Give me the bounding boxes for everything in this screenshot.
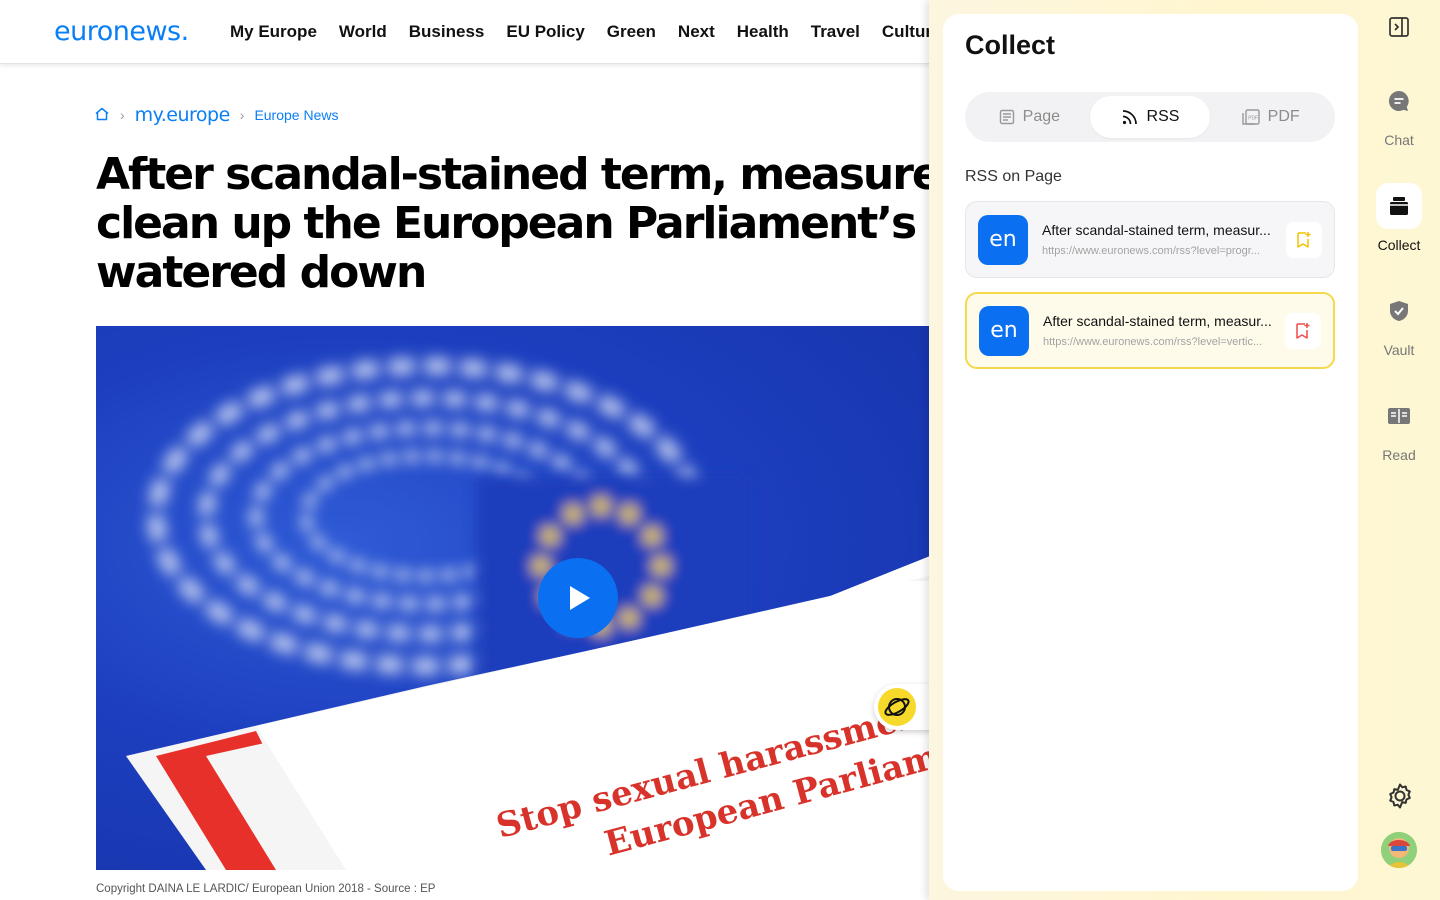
breadcrumb-subsection[interactable]: Europe News xyxy=(254,107,338,123)
tab-label: Page xyxy=(1022,108,1061,125)
collect-panel: Collect Page RSS PDF PDF RSS on Page en … xyxy=(943,14,1358,891)
chevron-right-icon: › xyxy=(239,107,245,123)
gear-icon xyxy=(1389,783,1411,809)
page-icon xyxy=(999,109,1014,125)
rss-icon xyxy=(1122,110,1137,125)
rss-feed-item[interactable]: en After scandal-stained term, measur...… xyxy=(965,201,1335,278)
headline-line: clean up the European Parliament’s act xyxy=(96,198,956,249)
collect-icon xyxy=(1390,197,1408,215)
rail-label: Read xyxy=(1382,447,1416,463)
rail-item-collect[interactable]: Collect xyxy=(1370,183,1428,253)
rail-item-chat[interactable]: Chat xyxy=(1370,78,1428,148)
feed-title: After scandal-stained term, measur... xyxy=(1042,222,1271,238)
user-avatar[interactable] xyxy=(1381,832,1417,868)
nav-travel[interactable]: Travel xyxy=(811,22,860,42)
breadcrumb-section[interactable]: my.europe xyxy=(135,104,231,126)
breadcrumb: › my.europe › Europe News xyxy=(94,104,338,126)
tab-label: PDF xyxy=(1267,108,1300,125)
chat-icon xyxy=(1388,90,1409,111)
nav-business[interactable]: Business xyxy=(409,22,485,42)
play-icon xyxy=(570,586,590,610)
tab-page[interactable]: Page xyxy=(969,96,1090,138)
panel-title: Collect xyxy=(965,30,1056,60)
collapse-panel-button[interactable] xyxy=(1386,14,1412,40)
nav-next[interactable]: Next xyxy=(678,22,715,42)
nav-green[interactable]: Green xyxy=(607,22,656,42)
bookmark-add-icon xyxy=(1297,231,1311,248)
rail-label: Chat xyxy=(1384,132,1414,148)
home-icon[interactable] xyxy=(94,106,110,125)
pdf-icon: PDF xyxy=(1241,109,1260,125)
collect-tabs: Page RSS PDF PDF xyxy=(965,92,1335,142)
feed-url: https://www.euronews.com/rss?level=verti… xyxy=(1043,336,1263,348)
image-caption: Copyright DAINA LE LARDIC/ European Unio… xyxy=(96,883,436,895)
vault-icon xyxy=(1390,301,1408,321)
rail-item-vault[interactable]: Vault xyxy=(1370,288,1428,358)
avatar-image xyxy=(1381,832,1417,868)
hero-image[interactable]: Stop sexual harassment European Parliame xyxy=(96,326,930,870)
bookmark-add-icon xyxy=(1296,322,1310,339)
article-headline: After scandal-stained term, measures t c… xyxy=(96,150,956,297)
nav-world[interactable]: World xyxy=(339,22,387,42)
feed-url: https://www.euronews.com/rss?level=progr… xyxy=(1042,245,1260,257)
section-label: RSS on Page xyxy=(965,168,1062,185)
svg-text:PDF: PDF xyxy=(1248,116,1258,122)
nav-my-europe[interactable]: My Europe xyxy=(230,22,317,42)
tab-pdf[interactable]: PDF PDF xyxy=(1210,96,1331,138)
feed-title: After scandal-stained term, measur... xyxy=(1043,313,1272,329)
settings-button[interactable] xyxy=(1385,781,1415,811)
headline-line: After scandal-stained term, measures t xyxy=(96,150,956,200)
assistant-float-button[interactable] xyxy=(874,684,932,730)
main-nav: My Europe World Business EU Policy Green… xyxy=(230,0,941,64)
subscribe-feed-button[interactable] xyxy=(1285,312,1321,349)
tab-rss[interactable]: RSS xyxy=(1089,96,1211,138)
subscribe-feed-button[interactable] xyxy=(1286,221,1322,258)
play-video-button[interactable] xyxy=(538,558,618,638)
nav-health[interactable]: Health xyxy=(737,22,789,42)
nav-eu-policy[interactable]: EU Policy xyxy=(506,22,584,42)
rss-feed-item[interactable]: en After scandal-stained term, measur...… xyxy=(965,292,1335,369)
chevron-right-icon: › xyxy=(120,107,125,123)
planet-icon xyxy=(878,688,916,726)
rail-label: Vault xyxy=(1383,342,1415,358)
euronews-logo[interactable]: euronews. xyxy=(54,16,189,47)
hero-illustration: Stop sexual harassment European Parliame xyxy=(126,357,930,870)
rail-label: Collect xyxy=(1377,237,1421,253)
rail-item-read[interactable]: Read xyxy=(1370,393,1428,463)
euronews-feed-icon: en xyxy=(978,214,1028,265)
headline-line: watered down xyxy=(96,247,427,297)
euronews-feed-icon: en xyxy=(979,305,1029,356)
read-icon xyxy=(1388,408,1410,424)
tab-label: RSS xyxy=(1146,108,1180,125)
sidebar-toggle-icon xyxy=(1389,17,1409,37)
